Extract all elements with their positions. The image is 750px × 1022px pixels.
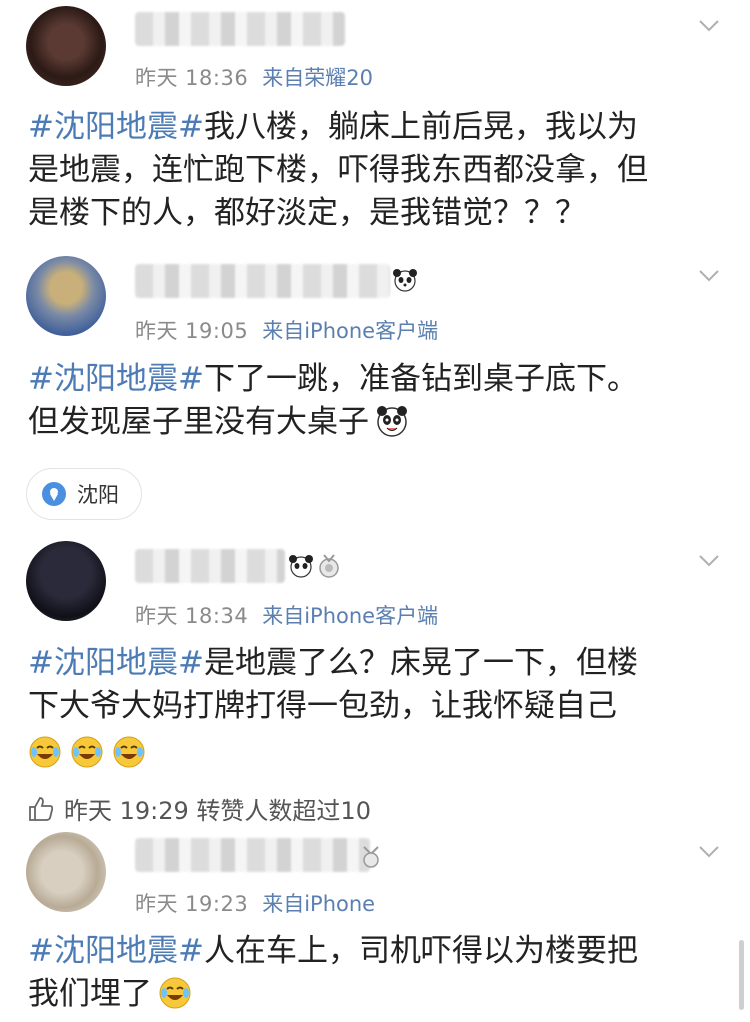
laugh-cry-emoji-icon <box>70 735 104 769</box>
panda-emoji-icon <box>375 404 409 438</box>
post-text-line: 我们埋了 <box>28 976 152 1012</box>
username-blurred[interactable] <box>135 12 345 46</box>
chevron-down-icon[interactable] <box>694 545 724 575</box>
hashtag-link[interactable]: #沈阳地震# <box>28 361 204 397</box>
post-text-line: 是地震，连忙跑下楼，吓得我东西都没拿，但 <box>28 152 648 188</box>
post-meta: 昨天 18:36 来自荣耀20 <box>135 62 373 92</box>
hashtag-link[interactable]: #沈阳地震# <box>28 645 204 681</box>
post-text-line: 但发现屋子里没有大桌子 <box>28 404 369 440</box>
like-thumb-icon <box>29 796 54 821</box>
emoji-row <box>28 735 146 769</box>
scrollbar[interactable] <box>739 940 744 1010</box>
post-text: #沈阳地震#下了一跳，准备钻到桌子底下。 但发现屋子里没有大桌子 <box>28 358 728 444</box>
post-text-line: 是楼下的人，都好淡定，是我错觉？？？ <box>28 195 586 231</box>
medal-badge-icon <box>358 844 384 870</box>
post-text-line: 下大爷大妈打牌打得一包劲，让我怀疑自己 <box>28 688 617 724</box>
laugh-cry-emoji-icon <box>112 735 146 769</box>
panda-emoji-icon <box>392 267 418 293</box>
panda-emoji-icon <box>288 553 314 579</box>
post-source[interactable]: 来自iPhone客户端 <box>262 604 438 628</box>
post-text: #沈阳地震#是地震了么？床晃了一下，但楼 下大爷大妈打牌打得一包劲，让我怀疑自己 <box>28 642 728 728</box>
post-meta: 昨天 19:23 来自iPhone <box>135 888 375 918</box>
username-blurred[interactable] <box>135 838 370 872</box>
post-3: 昨天 18:34 来自iPhone客户端 #沈阳地震#是地震了么？床晃了一下，但楼… <box>0 535 750 835</box>
laugh-cry-emoji-icon <box>28 735 62 769</box>
post-source[interactable]: 来自iPhone <box>262 892 375 916</box>
post-time: 昨天 18:36 <box>135 66 249 90</box>
username-blurred[interactable] <box>135 264 390 298</box>
post-source[interactable]: 来自荣耀20 <box>262 66 373 90</box>
post-text-line: 是地震了么？床晃了一下，但楼 <box>203 645 638 681</box>
avatar[interactable] <box>26 832 106 912</box>
post-4: 昨天 19:23 来自iPhone #沈阳地震#人在车上，司机吓得以为楼要把 我们… <box>0 830 750 1022</box>
post-2: 昨天 19:05 来自iPhone客户端 #沈阳地震#下了一跳，准备钻到桌子底下。… <box>0 250 750 530</box>
location-name: 沈阳 <box>77 483 119 507</box>
chevron-down-icon[interactable] <box>694 10 724 40</box>
post-source[interactable]: 来自iPhone客户端 <box>262 319 438 343</box>
hashtag-link[interactable]: #沈阳地震# <box>28 109 204 145</box>
post-text-line: 人在车上，司机吓得以为楼要把 <box>203 933 638 969</box>
laugh-cry-emoji-icon <box>158 976 192 1010</box>
post-text: #沈阳地震#我八楼，躺床上前后晃，我以为 是地震，连忙跑下楼，吓得我东西都没拿，… <box>28 106 728 235</box>
avatar[interactable] <box>26 6 106 86</box>
medal-badge-icon <box>316 553 342 579</box>
post-meta: 昨天 18:34 来自iPhone客户端 <box>135 600 438 630</box>
post-meta: 昨天 19:05 来自iPhone客户端 <box>135 315 438 345</box>
avatar[interactable] <box>26 541 106 621</box>
post-text-line: 下了一跳，准备钻到桌子底下。 <box>203 361 638 397</box>
post-time: 昨天 19:05 <box>135 319 249 343</box>
post-text: #沈阳地震#人在车上，司机吓得以为楼要把 我们埋了 <box>28 930 728 1016</box>
hashtag-link[interactable]: #沈阳地震# <box>28 933 204 969</box>
post-time: 昨天 18:34 <box>135 604 249 628</box>
chevron-down-icon[interactable] <box>694 260 724 290</box>
post-1: 昨天 18:36 来自荣耀20 #沈阳地震#我八楼，躺床上前后晃，我以为 是地震，… <box>0 0 750 250</box>
avatar[interactable] <box>26 256 106 336</box>
chevron-down-icon[interactable] <box>694 836 724 866</box>
post-time: 昨天 19:23 <box>135 892 249 916</box>
like-footer-text: 昨天 19:29 转赞人数超过10 <box>64 797 371 825</box>
location-tag[interactable]: 沈阳 <box>26 468 142 520</box>
location-pin-icon <box>42 482 66 506</box>
like-row[interactable]: 昨天 19:29 转赞人数超过10 <box>26 791 371 826</box>
username-blurred[interactable] <box>135 549 285 583</box>
post-text-line: 我八楼，躺床上前后晃，我以为 <box>203 109 638 145</box>
